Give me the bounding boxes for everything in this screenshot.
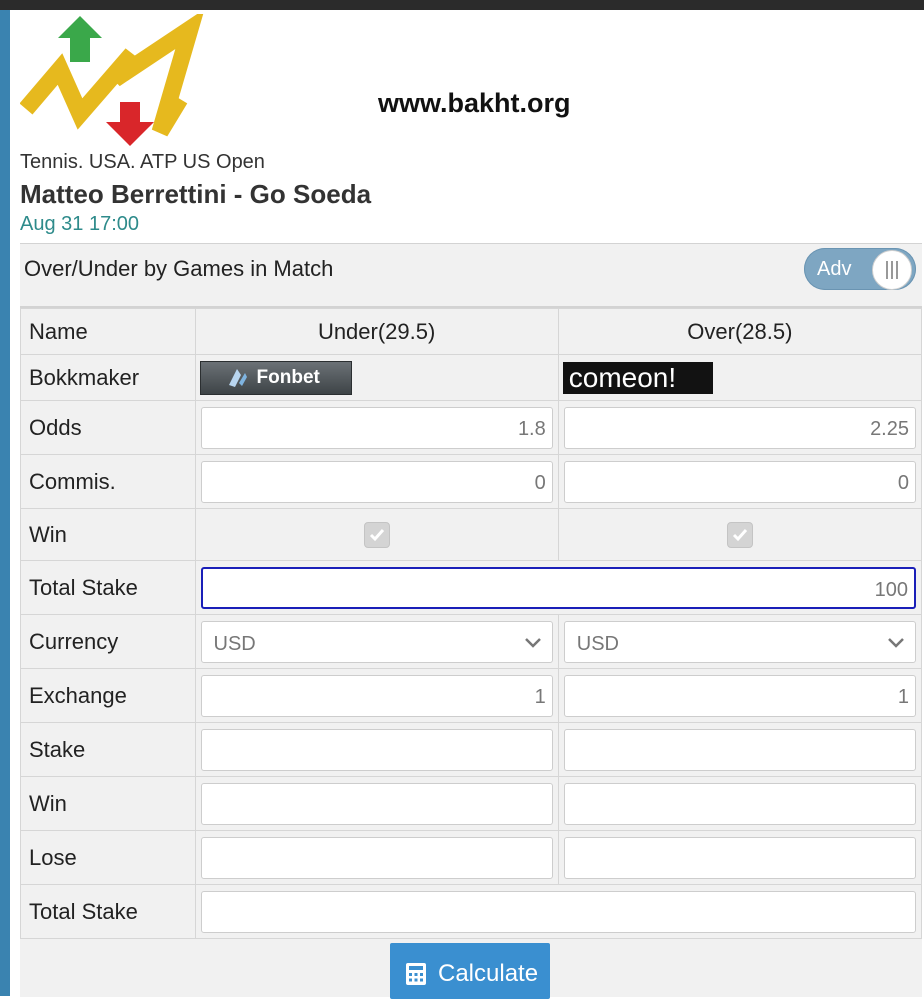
grip-icon <box>883 261 901 279</box>
table-row: Lose <box>20 830 923 885</box>
left-accent-bar <box>0 10 10 996</box>
match-datetime: Aug 31 17:00 <box>20 213 139 235</box>
exchange-input-2[interactable]: 1 <box>563 674 916 717</box>
checkmark-icon <box>732 528 747 541</box>
bookmaker-cell-2: comeon! <box>557 354 923 401</box>
table-row: Total Stake 100 <box>20 560 923 615</box>
calculator-icon <box>406 963 426 985</box>
currency-select-2[interactable]: USD <box>563 620 916 663</box>
lose-output-1[interactable] <box>200 836 553 879</box>
row-label: Total Stake <box>20 884 196 939</box>
table-row: Total Stake <box>20 884 923 939</box>
arrow-up-icon <box>58 16 102 62</box>
column-header-over: Over(28.5) <box>557 308 923 355</box>
table-row: Commis. 0 0 <box>20 454 923 509</box>
currency-select-1[interactable]: USD <box>200 620 553 663</box>
row-label: Name <box>20 308 196 355</box>
exchange-input-1[interactable]: 1 <box>200 674 553 717</box>
bakht-logo <box>19 8 205 154</box>
row-label: Exchange <box>20 668 196 723</box>
event-title: Tennis. USA. ATP US Open <box>20 151 265 173</box>
comeon-logo-text: comeon! <box>568 361 677 393</box>
table-row: Odds 1.8 2.25 <box>20 400 923 455</box>
window-top-bar <box>0 0 924 10</box>
win-checkbox-2[interactable] <box>726 521 753 548</box>
row-label: Win <box>20 508 196 561</box>
table-row: Currency USD USD <box>20 614 923 669</box>
calculator-panel: Over/Under by Games in Match Adv Name Un… <box>20 243 923 999</box>
comeon-logo[interactable]: comeon! <box>562 361 713 394</box>
adv-toggle-label: Adv <box>817 258 852 280</box>
currency-select-1-value: USD <box>213 632 256 655</box>
market-header: Over/Under by Games in Match Adv <box>20 244 922 308</box>
win-output-1[interactable] <box>200 782 553 825</box>
total-stake-output[interactable] <box>200 890 916 933</box>
win-output-2[interactable] <box>563 782 916 825</box>
row-label: Total Stake <box>20 560 196 615</box>
checkmark-icon <box>369 528 384 541</box>
table-row: Win <box>20 776 923 831</box>
fonbet-logo-text: Fonbet <box>256 366 320 388</box>
row-label: Lose <box>20 830 196 885</box>
fonbet-emblem-icon <box>228 368 247 387</box>
adv-toggle[interactable]: Adv <box>804 248 916 290</box>
row-label: Bokkmaker <box>20 354 196 401</box>
lose-output-2[interactable] <box>563 836 916 879</box>
table-row: Exchange 1 1 <box>20 668 923 723</box>
site-url[interactable]: www.bakht.org <box>378 88 571 119</box>
fonbet-logo[interactable]: Fonbet <box>199 360 352 395</box>
row-label: Win <box>20 776 196 831</box>
calculator-table: Name Under(29.5) Over(28.5) Bokkmaker Fo… <box>20 308 923 939</box>
table-row: Bokkmaker Fonbet comeon! <box>20 354 923 401</box>
row-label: Currency <box>20 614 196 669</box>
arrow-down-icon <box>106 102 154 146</box>
total-stake-input[interactable]: 100 <box>200 566 916 609</box>
bookmaker-cell-1: Fonbet <box>194 354 559 401</box>
logo-graphic <box>19 8 205 146</box>
market-title: Over/Under by Games in Match <box>24 256 334 281</box>
chevron-down-icon <box>888 637 904 648</box>
row-label: Stake <box>20 722 196 777</box>
calculate-button[interactable]: Calculate <box>390 943 550 999</box>
toggle-knob[interactable] <box>872 250 912 290</box>
commission-input-2[interactable]: 0 <box>563 460 916 503</box>
odds-input-1[interactable]: 1.8 <box>200 406 553 449</box>
stake-output-2[interactable] <box>563 728 916 771</box>
row-label: Commis. <box>20 454 196 509</box>
calculate-label: Calculate <box>438 960 539 987</box>
commission-input-1[interactable]: 0 <box>200 460 553 503</box>
row-label: Odds <box>20 400 196 455</box>
chevron-down-icon <box>524 637 541 648</box>
column-header-under: Under(29.5) <box>194 308 559 355</box>
table-row: Win <box>20 508 923 561</box>
table-row: Stake <box>20 722 923 777</box>
win-checkbox-1[interactable] <box>363 521 390 548</box>
odds-input-2[interactable]: 2.25 <box>563 406 916 449</box>
currency-select-2-value: USD <box>576 632 619 655</box>
stake-output-1[interactable] <box>200 728 553 771</box>
table-row: Name Under(29.5) Over(28.5) <box>20 308 923 355</box>
match-title: Matteo Berrettini - Go Soeda <box>20 179 372 209</box>
